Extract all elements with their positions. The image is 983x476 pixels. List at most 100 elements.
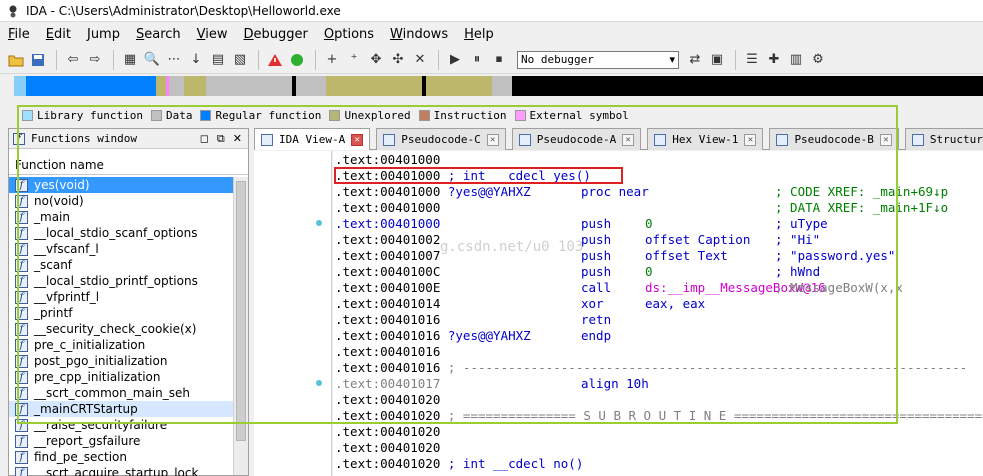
edit-struct-icon[interactable]: ✣: [388, 50, 408, 70]
tab-close-icon[interactable]: ✕: [622, 133, 635, 146]
legend-swatch: [150, 109, 162, 121]
disasm-line[interactable]: .text:00401017 align 10h: [335, 376, 649, 392]
attach-process-icon[interactable]: ⇄: [685, 50, 705, 70]
function-list-item[interactable]: f __vfprintf_l: [9, 289, 233, 305]
function-list-item[interactable]: f pre_cpp_initialization: [9, 369, 233, 385]
function-list-scrollbar[interactable]: [233, 177, 248, 475]
green-circle-icon[interactable]: [287, 50, 307, 70]
graph-view-icon[interactable]: ▣: [707, 50, 727, 70]
function-list-item[interactable]: f post_pgo_initialization: [9, 353, 233, 369]
settings-icon[interactable]: ⚙: [808, 50, 828, 70]
disasm-line[interactable]: .text:00401014 xor eax, eax: [335, 296, 705, 312]
menu-view[interactable]: View: [189, 27, 236, 42]
binary-search-icon[interactable]: ▦: [120, 50, 140, 70]
tab-pseudocode-b[interactable]: Pseudocode-B ✕: [769, 128, 899, 150]
function-list-item[interactable]: f __report_gsfailure: [9, 433, 233, 449]
tab-close-icon[interactable]: ✕: [744, 133, 757, 146]
hex-view-icon[interactable]: ▤: [208, 50, 228, 70]
disasm-line[interactable]: .text:00401016 ; -----------------------…: [335, 360, 967, 376]
function-list-item[interactable]: f _scanf: [9, 257, 233, 273]
open-file-icon[interactable]: [6, 50, 26, 70]
tab-pseudocode-a[interactable]: Pseudocode-A ✕: [511, 128, 642, 150]
disasm-line[interactable]: .text:00401016 ?yes@@YAHXZ endp: [335, 328, 611, 344]
function-list-item[interactable]: f __local_stdio_printf_options: [9, 273, 233, 289]
gutter-dot-icon[interactable]: [316, 380, 322, 386]
add-data-icon[interactable]: ⁺: [344, 50, 364, 70]
tab-pseudocode-c[interactable]: Pseudocode-C ✕: [376, 128, 506, 150]
warning-icon[interactable]: [265, 50, 285, 70]
menu-debugger[interactable]: Debugger: [236, 27, 316, 42]
save-icon[interactable]: [28, 50, 48, 70]
function-list-item[interactable]: f _main: [9, 209, 233, 225]
debugger-select[interactable]: No debugger ▾: [517, 50, 679, 69]
ida-view-disassembly[interactable]: .text:00401000 .text:00401000 ; int __cde…: [333, 151, 983, 476]
pseudocode-icon[interactable]: ▥: [786, 50, 806, 70]
navigation-band[interactable]: [14, 76, 983, 96]
function-list-item[interactable]: f __scrt_common_main_seh: [9, 385, 233, 401]
menu-windows[interactable]: Windows: [382, 27, 456, 42]
address-label: .text:0040100E: [335, 280, 441, 295]
back-arrow-icon[interactable]: ⇦: [63, 50, 83, 70]
menu-jump[interactable]: Jump: [79, 27, 128, 42]
disasm-line[interactable]: .text:00401016: [335, 344, 440, 360]
function-list-item[interactable]: f __security_check_cookie(x): [9, 321, 233, 337]
function-list-item[interactable]: f __local_stdio_scanf_options: [9, 225, 233, 241]
function-list-item[interactable]: f _mainCRTStartup: [9, 401, 233, 417]
disasm-line[interactable]: .text:00401020: [335, 424, 440, 440]
disasm-line[interactable]: .text:0040100C push 0 ; hWnd: [335, 264, 820, 280]
undefine-icon[interactable]: ✕: [410, 50, 430, 70]
menu-edit[interactable]: Edit: [38, 27, 79, 42]
disasm-line[interactable]: .text:00401020 ; int __cdecl no(): [335, 456, 583, 472]
gutter-dot-icon[interactable]: [316, 220, 322, 226]
pause-icon[interactable]: ⏸: [467, 50, 487, 70]
restore-icon[interactable]: ◻: [200, 132, 209, 146]
menu-search[interactable]: Search: [128, 27, 189, 42]
disasm-line[interactable]: .text:00401000 ?yes@@YAHXZ proc near ; COD…: [335, 184, 948, 200]
disasm-line[interactable]: .text:0040100E call ds:__imp__MessageBoxW@…: [335, 280, 903, 296]
plugin-icon[interactable]: ✚: [764, 50, 784, 70]
function-list-item[interactable]: f no(void): [9, 193, 233, 209]
disasm-line[interactable]: .text:00401000 push 0 ; uType: [335, 216, 828, 232]
function-list-item[interactable]: f yes(void): [9, 177, 233, 193]
scrollbar-thumb[interactable]: [236, 181, 246, 441]
add-code-icon[interactable]: +: [322, 50, 342, 70]
tab-hex-view-1[interactable]: Hex View-1 ✕: [647, 128, 764, 150]
play-icon[interactable]: ▶: [445, 50, 465, 70]
text-search-icon[interactable]: 🔍: [142, 50, 162, 70]
close-icon[interactable]: ✕: [233, 132, 242, 146]
stop-icon[interactable]: ⏹: [489, 50, 509, 70]
disasm-line[interactable]: .text:00401020 ; =============== S U B R…: [335, 408, 983, 424]
tab-ida-view-a[interactable]: IDA View-A ✕: [254, 128, 371, 150]
disasm-line[interactable]: .text:00401002 push offset Caption ; "Hi": [335, 232, 820, 248]
search-next-icon[interactable]: ⋯: [164, 50, 184, 70]
disasm-line[interactable]: .text:00401016 retn: [335, 312, 611, 328]
menu-file[interactable]: File: [0, 27, 38, 42]
function-list-item[interactable]: f __raise_securityfailure: [9, 417, 233, 433]
disasm-line[interactable]: .text:00401020: [335, 440, 440, 456]
disasm-line[interactable]: .text:00401007 push offset Text ; "password…: [335, 248, 895, 264]
tab-structur[interactable]: Structur: [904, 128, 983, 150]
operand: eax, eax: [645, 296, 706, 311]
function-list-item[interactable]: f pre_c_initialization: [9, 337, 233, 353]
list-view-icon[interactable]: ☰: [742, 50, 762, 70]
function-list-item[interactable]: f __vfscanf_l: [9, 241, 233, 257]
download-arrow-icon[interactable]: ↓: [186, 50, 206, 70]
tab-close-icon[interactable]: ✕: [879, 133, 892, 146]
operand: offset Caption: [645, 232, 751, 247]
disasm-line[interactable]: .text:00401000 ; int __cdecl yes(): [335, 168, 591, 184]
forward-arrow-icon[interactable]: ⇨: [85, 50, 105, 70]
tab-close-icon[interactable]: ✕: [351, 133, 364, 146]
disasm-line[interactable]: .text:00401020: [335, 392, 440, 408]
struct-icon[interactable]: ▧: [230, 50, 250, 70]
disasm-line[interactable]: .text:00401000: [335, 152, 440, 168]
menu-options[interactable]: Options: [316, 27, 382, 42]
disasm-line[interactable]: .text:00401000 ; DATA XREF: _main+1F↓o: [335, 200, 948, 216]
tab-close-icon[interactable]: ✕: [486, 133, 499, 146]
float-icon[interactable]: ⧉: [217, 132, 225, 146]
function-list-item[interactable]: f find_pe_section: [9, 449, 233, 465]
add-array-icon[interactable]: ✥: [366, 50, 386, 70]
menu-help[interactable]: Help: [456, 27, 502, 42]
function-list-item[interactable]: f _printf: [9, 305, 233, 321]
function-name-column-header[interactable]: Function name: [9, 155, 248, 175]
function-list-item[interactable]: f __scrt_acquire_startup_lock: [9, 465, 233, 476]
